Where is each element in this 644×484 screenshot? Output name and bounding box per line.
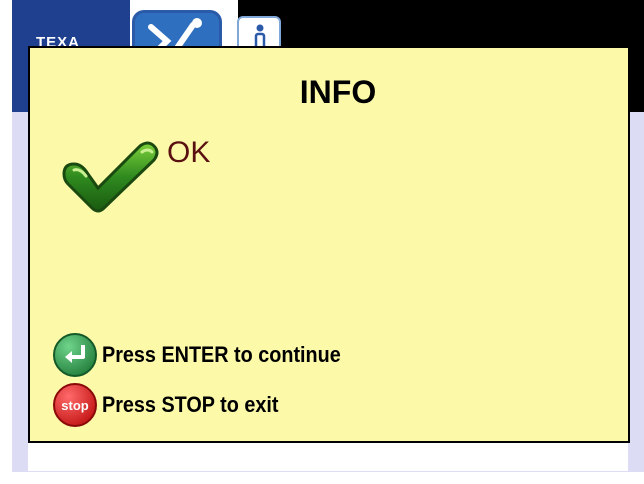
screen: TEXA INFO OK Press ENTER to continue sto… <box>0 0 644 484</box>
enter-hint[interactable]: Press ENTER to continue <box>52 332 367 378</box>
stop-hint-label: Press STOP to exit <box>102 392 279 417</box>
check-icon <box>62 141 159 213</box>
stop-icon-text: stop <box>61 398 89 413</box>
stop-icon: stop <box>53 383 97 427</box>
dialog-title: INFO <box>299 74 377 110</box>
enter-key-icon <box>53 333 97 377</box>
info-dialog: INFO OK Press ENTER to continue stop Pre… <box>28 46 630 443</box>
status-text: OK <box>167 136 211 169</box>
stop-hint[interactable]: stop Press STOP to exit <box>52 382 298 428</box>
app-bottom-strip <box>28 443 628 471</box>
enter-hint-label: Press ENTER to continue <box>102 342 341 367</box>
